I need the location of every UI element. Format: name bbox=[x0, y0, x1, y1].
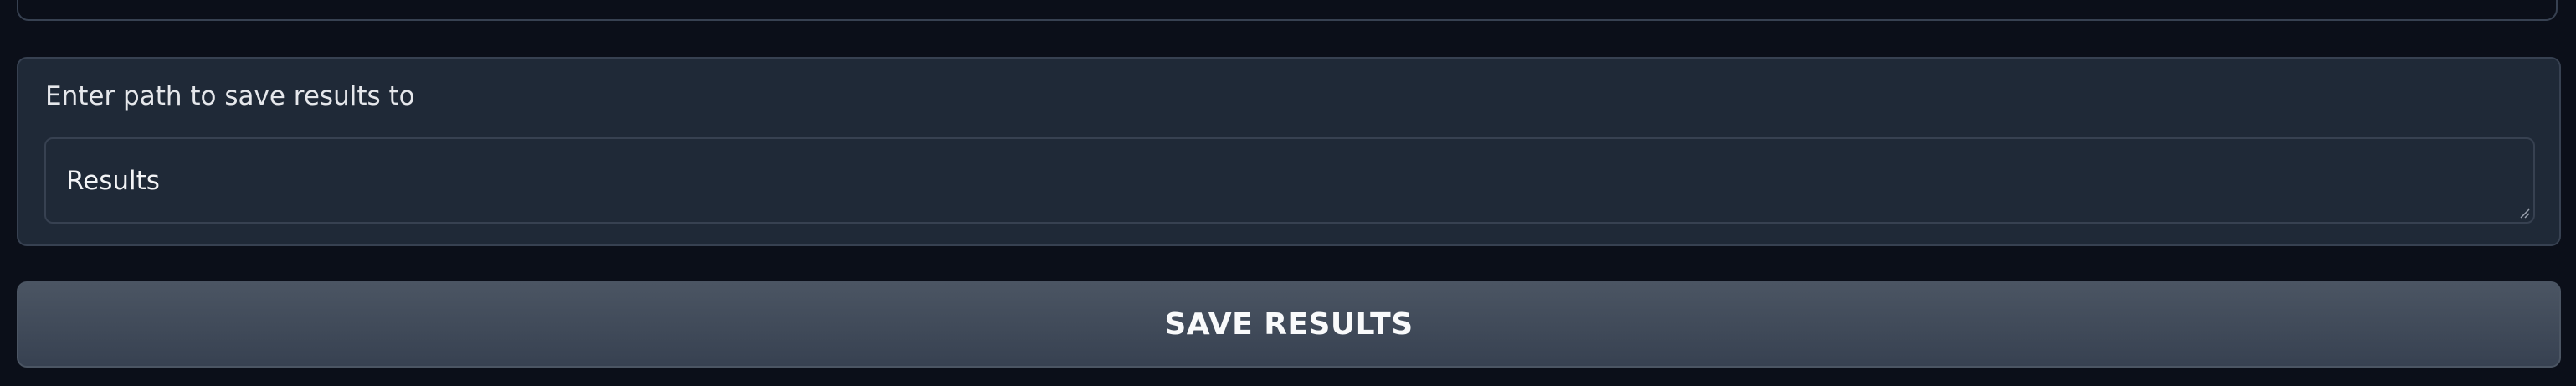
save-path-input[interactable]: Results bbox=[44, 137, 2535, 224]
previous-panel-edge bbox=[17, 0, 2558, 21]
save-path-value: Results bbox=[66, 165, 160, 196]
save-path-label: Enter path to save results to bbox=[45, 81, 415, 111]
save-path-panel: Enter path to save results to Results bbox=[17, 57, 2561, 246]
save-results-button[interactable]: SAVE RESULTS bbox=[17, 281, 2561, 368]
resize-handle-icon[interactable] bbox=[2518, 207, 2530, 219]
